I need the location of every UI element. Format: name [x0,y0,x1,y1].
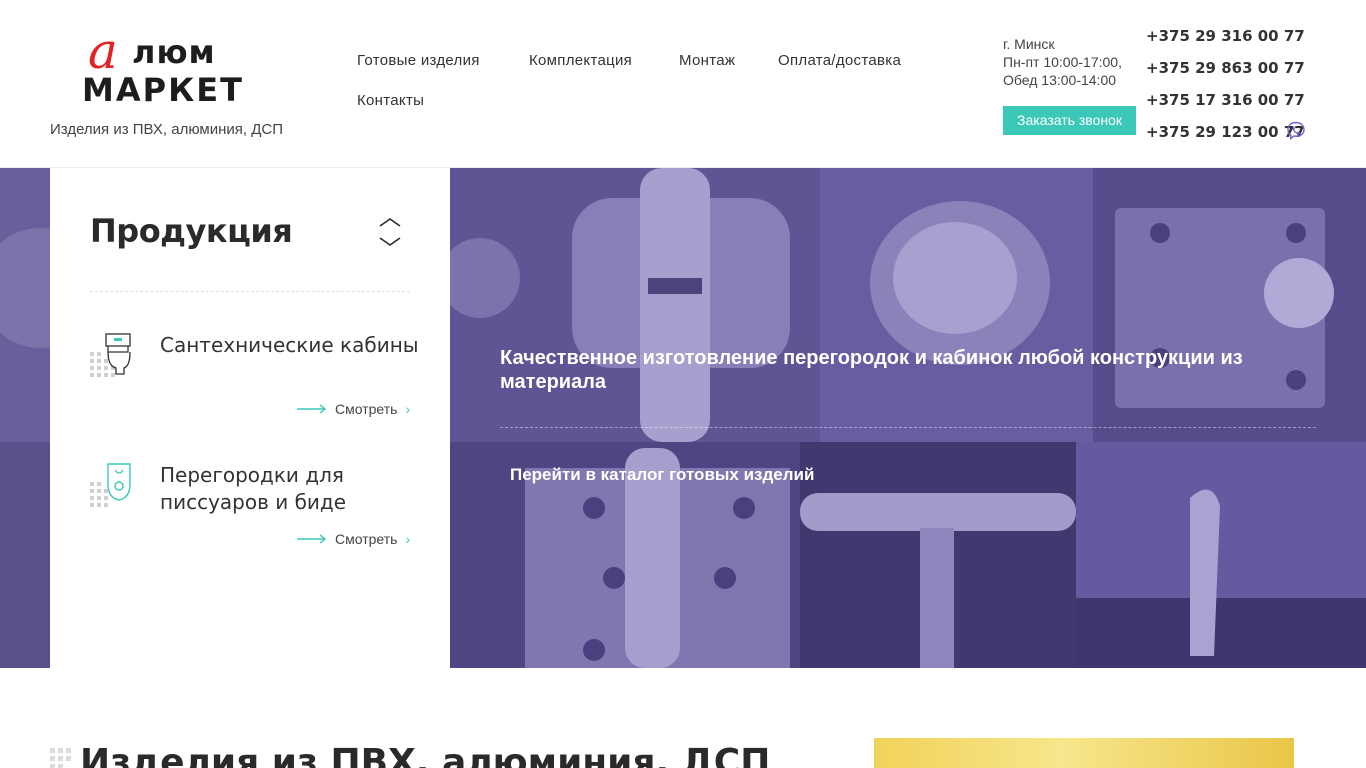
see-label: Смотреть [335,531,398,547]
product-name[interactable]: Перегородки для писсуаров и биде [160,462,420,516]
hero-divider [500,427,1316,428]
hero-title: Качественное изготовление перегородок и … [500,347,1243,393]
catalog-link[interactable]: Перейти в каталог готовых изделий [510,465,814,485]
lunch-hours: Обед 13:00-14:00 [1003,72,1117,88]
logo-mark: а [88,22,118,80]
urinal-icon [90,463,131,507]
nav-contacts[interactable]: Контакты [357,92,424,109]
toilet-icon [90,333,131,377]
phone-number[interactable]: +375 29 123 00 77 [1146,122,1305,154]
chevron-up-down-icon[interactable] [378,216,402,248]
product-name[interactable]: Сантехнические кабины [160,332,420,359]
city: г. Минск [1003,36,1055,52]
nav-ready-products[interactable]: Готовые изделия [357,52,480,69]
see-label: Смотреть [335,401,398,417]
phone-number[interactable]: +375 29 863 00 77 [1146,58,1305,90]
nav-installation[interactable]: Монтаж [679,52,735,69]
site-tagline: Изделия из ПВХ, алюминия, ДСП [50,121,283,138]
see-button[interactable]: Смотреть › [297,401,410,417]
site-header: а люм МАРКЕТ Изделия из ПВХ, алюминия, Д… [0,0,1366,168]
section-image [874,738,1294,768]
panel-title: Продукция [90,212,293,250]
order-callback-button[interactable]: Заказать звонок [1003,106,1136,135]
logo-line2: МАРКЕТ [82,71,244,109]
phone-number[interactable]: +375 29 316 00 77 [1146,26,1305,58]
nav-payment-delivery[interactable]: Оплата/доставка [778,52,901,69]
logo-line1: люм [132,33,216,71]
section-title: Изделия из ПВХ, алюминия, ДСП [80,742,771,768]
decorative-dots [50,748,71,768]
see-button[interactable]: Смотреть › [297,531,410,547]
viber-icon[interactable] [1286,121,1306,141]
phone-list: +375 29 316 00 77 +375 29 863 00 77 +375… [1146,26,1305,154]
contact-info: г. Минск Пн-пт 10:00-17:00, Обед 13:00-1… [1003,35,1122,89]
panel-divider [90,291,410,292]
arrow-right-icon [297,534,327,544]
nav-components[interactable]: Комплектация [529,52,632,69]
arrow-right-icon [297,404,327,414]
working-hours: Пн-пт 10:00-17:00, [1003,54,1122,70]
chevron-right-icon: › [405,401,411,417]
chevron-right-icon: › [405,531,411,547]
products-panel: Продукция Сантехнические кабины Смотреть… [50,168,450,668]
phone-number[interactable]: +375 17 316 00 77 [1146,90,1305,122]
logo[interactable]: а люм МАРКЕТ [82,26,262,116]
